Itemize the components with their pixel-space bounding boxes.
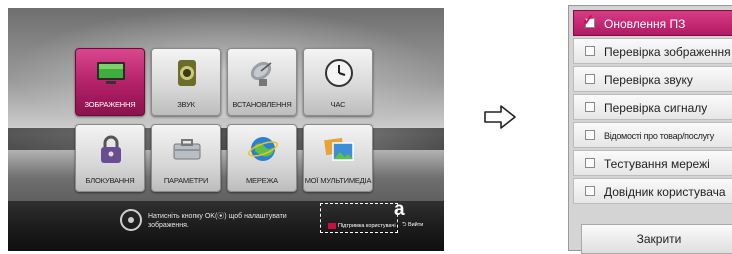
menu-item-sound-test[interactable]: Перевірка звуку — [573, 66, 732, 92]
menu-item-picture-test[interactable]: Перевірка зображення — [573, 38, 732, 64]
toolbox-icon — [173, 139, 201, 160]
tile-picture[interactable]: ЗОБРАЖЕННЯ — [75, 48, 145, 116]
tile-label: ВСТАНОВЛЕННЯ — [232, 100, 292, 109]
menu-item-label: Перевірка зображення — [604, 45, 731, 59]
checkbox — [585, 46, 595, 56]
menu-item-label: Тестування мережі — [604, 157, 710, 171]
menu-item-signal-test[interactable]: Перевірка сигналу — [573, 94, 732, 120]
checkmark-icon: ✓ — [582, 12, 595, 29]
menu-item-label: Перевірка звуку — [604, 73, 693, 87]
menu-item-network-test[interactable]: Тестування мережі — [573, 150, 732, 176]
menu-item-label: Відомості про товар/послугу — [604, 131, 714, 141]
callout-label: a — [394, 199, 405, 220]
photos-icon — [324, 137, 354, 161]
globe-icon — [248, 137, 278, 161]
back-icon: ⮌ — [402, 222, 407, 228]
checkbox — [585, 130, 595, 140]
support-label: Підтримка користувачі — [338, 222, 396, 229]
tile-time[interactable]: ЧАС — [303, 48, 373, 116]
right-arrow-icon — [484, 105, 516, 129]
tile-label: ЧАС — [330, 100, 346, 109]
tile-label: ЗВУК — [177, 100, 195, 109]
tv-status-bar: Натисніть кнопку OK(⦿) щоб налаштувати з… — [8, 199, 444, 251]
customer-support-button[interactable]: Підтримка користувачі — [328, 221, 396, 230]
tile-lock[interactable]: БЛОКУВАННЯ — [75, 124, 145, 192]
customer-support-menu: ✓ Оновлення ПЗ Перевірка зображення Пере… — [568, 5, 732, 254]
checkbox — [585, 186, 595, 196]
exit-label: Вийти — [407, 222, 424, 228]
exit-button[interactable]: ⮌ Вийти — [402, 221, 423, 230]
menu-item-label: Довідник користувача — [604, 185, 726, 199]
menu-list: ✓ Оновлення ПЗ Перевірка зображення Пере… — [573, 10, 732, 206]
menu-item-product-info[interactable]: Відомості про товар/послугу — [573, 122, 732, 148]
menu-item-software-update[interactable]: ✓ Оновлення ПЗ — [573, 10, 732, 36]
tile-label: ПАРАМЕТРИ — [163, 176, 209, 185]
menu-item-label: Перевірка сигналу — [604, 101, 708, 115]
home-menu-grid: ЗОБРАЖЕННЯ ЗВУК ВСТАНОВЛЕННЯ ЧАС БЛОКУВА… — [75, 48, 375, 196]
checkbox — [585, 158, 595, 168]
clock-icon — [325, 59, 353, 87]
hint-text: Натисніть кнопку OK(⦿) щоб налаштувати з… — [148, 213, 287, 229]
checkbox — [585, 102, 595, 112]
tile-label: МЕРЕЖА — [246, 176, 278, 185]
ok-button-icon — [120, 209, 142, 231]
satellite-dish-icon — [250, 61, 272, 86]
tile-network[interactable]: МЕРЕЖА — [227, 124, 297, 192]
tile-my-media[interactable]: МОЇ МУЛЬТИМЕДІА — [303, 124, 373, 192]
menu-item-user-guide[interactable]: Довідник користувача — [573, 178, 732, 204]
tv-home-screen: ЗОБРАЖЕННЯ ЗВУК ВСТАНОВЛЕННЯ ЧАС БЛОКУВА… — [8, 8, 444, 251]
tile-label: ЗОБРАЖЕННЯ — [84, 100, 136, 109]
monitor-icon — [97, 62, 125, 84]
close-button[interactable]: Закрити — [581, 224, 732, 254]
tile-setup[interactable]: ВСТАНОВЛЕННЯ — [227, 48, 297, 116]
padlock-icon — [101, 135, 121, 163]
tile-options[interactable]: ПАРАМЕТРИ — [151, 124, 221, 192]
tile-sound[interactable]: ЗВУК — [151, 48, 221, 116]
tile-label: БЛОКУВАННЯ — [85, 176, 135, 185]
tile-label: МОЇ МУЛЬТИМЕДІА — [304, 176, 372, 185]
speaker-icon — [178, 60, 196, 86]
menu-item-label: Оновлення ПЗ — [604, 17, 686, 31]
checkbox — [585, 74, 595, 84]
red-key-icon — [328, 222, 336, 229]
